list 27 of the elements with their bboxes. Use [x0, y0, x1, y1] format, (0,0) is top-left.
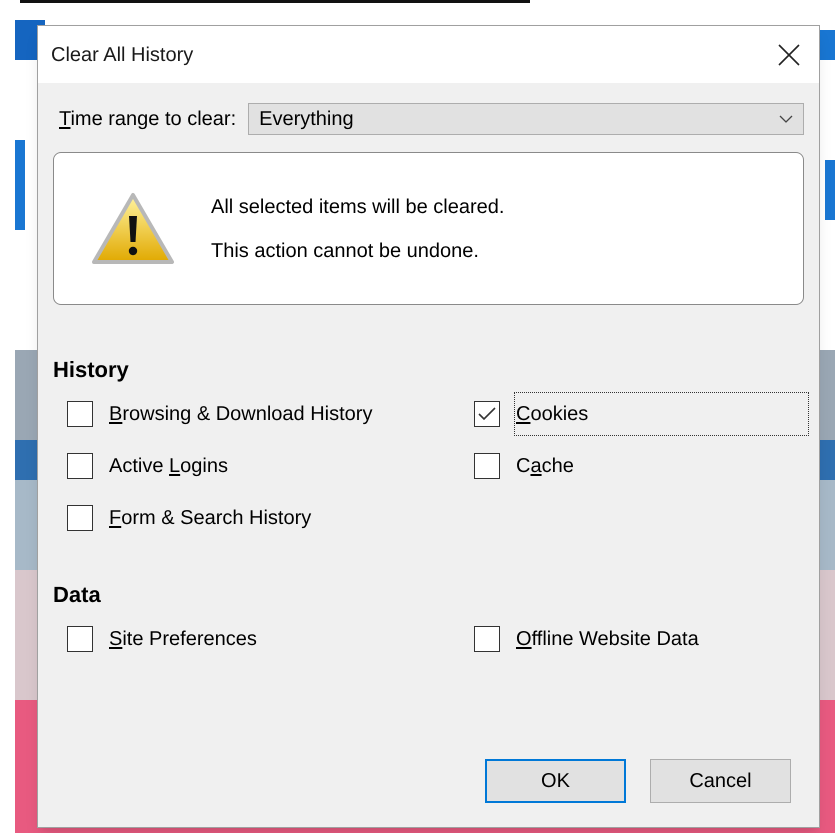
checkbox-label[interactable]: Offline Website Data [515, 618, 700, 660]
checkbox[interactable] [67, 505, 93, 531]
checkbox[interactable] [67, 401, 93, 427]
time-range-label: Time range to clear: [59, 107, 236, 132]
window-title: Clear All History [51, 42, 194, 68]
checkbox[interactable] [474, 401, 500, 427]
checkbox-label[interactable]: Site Preferences [108, 618, 258, 660]
checkbox-label[interactable]: Cache [515, 445, 575, 487]
checkmark-icon [478, 407, 496, 421]
section-heading: History [53, 356, 130, 384]
checkbox[interactable] [474, 626, 500, 652]
warning-text: All selected items will be cleared. [211, 194, 504, 220]
checkbox-label[interactable]: Cookies [515, 393, 808, 435]
warning-icon [91, 192, 175, 266]
section-heading: Data [53, 581, 102, 609]
time-range-dropdown[interactable]: Everything [248, 103, 804, 135]
checkbox[interactable] [67, 626, 93, 652]
cancel-button[interactable]: Cancel [650, 759, 791, 803]
close-icon [778, 44, 800, 66]
ok-button[interactable]: OK [485, 759, 626, 803]
checkbox[interactable] [67, 453, 93, 479]
checkbox-label[interactable]: Form & Search History [108, 497, 312, 539]
checkbox-label[interactable]: Active Logins [108, 445, 229, 487]
warning-text: This action cannot be undone. [211, 238, 480, 264]
checkbox-label[interactable]: Browsing & Download History [108, 393, 374, 435]
checkbox[interactable] [474, 453, 500, 479]
chevron-down-icon [779, 115, 793, 123]
